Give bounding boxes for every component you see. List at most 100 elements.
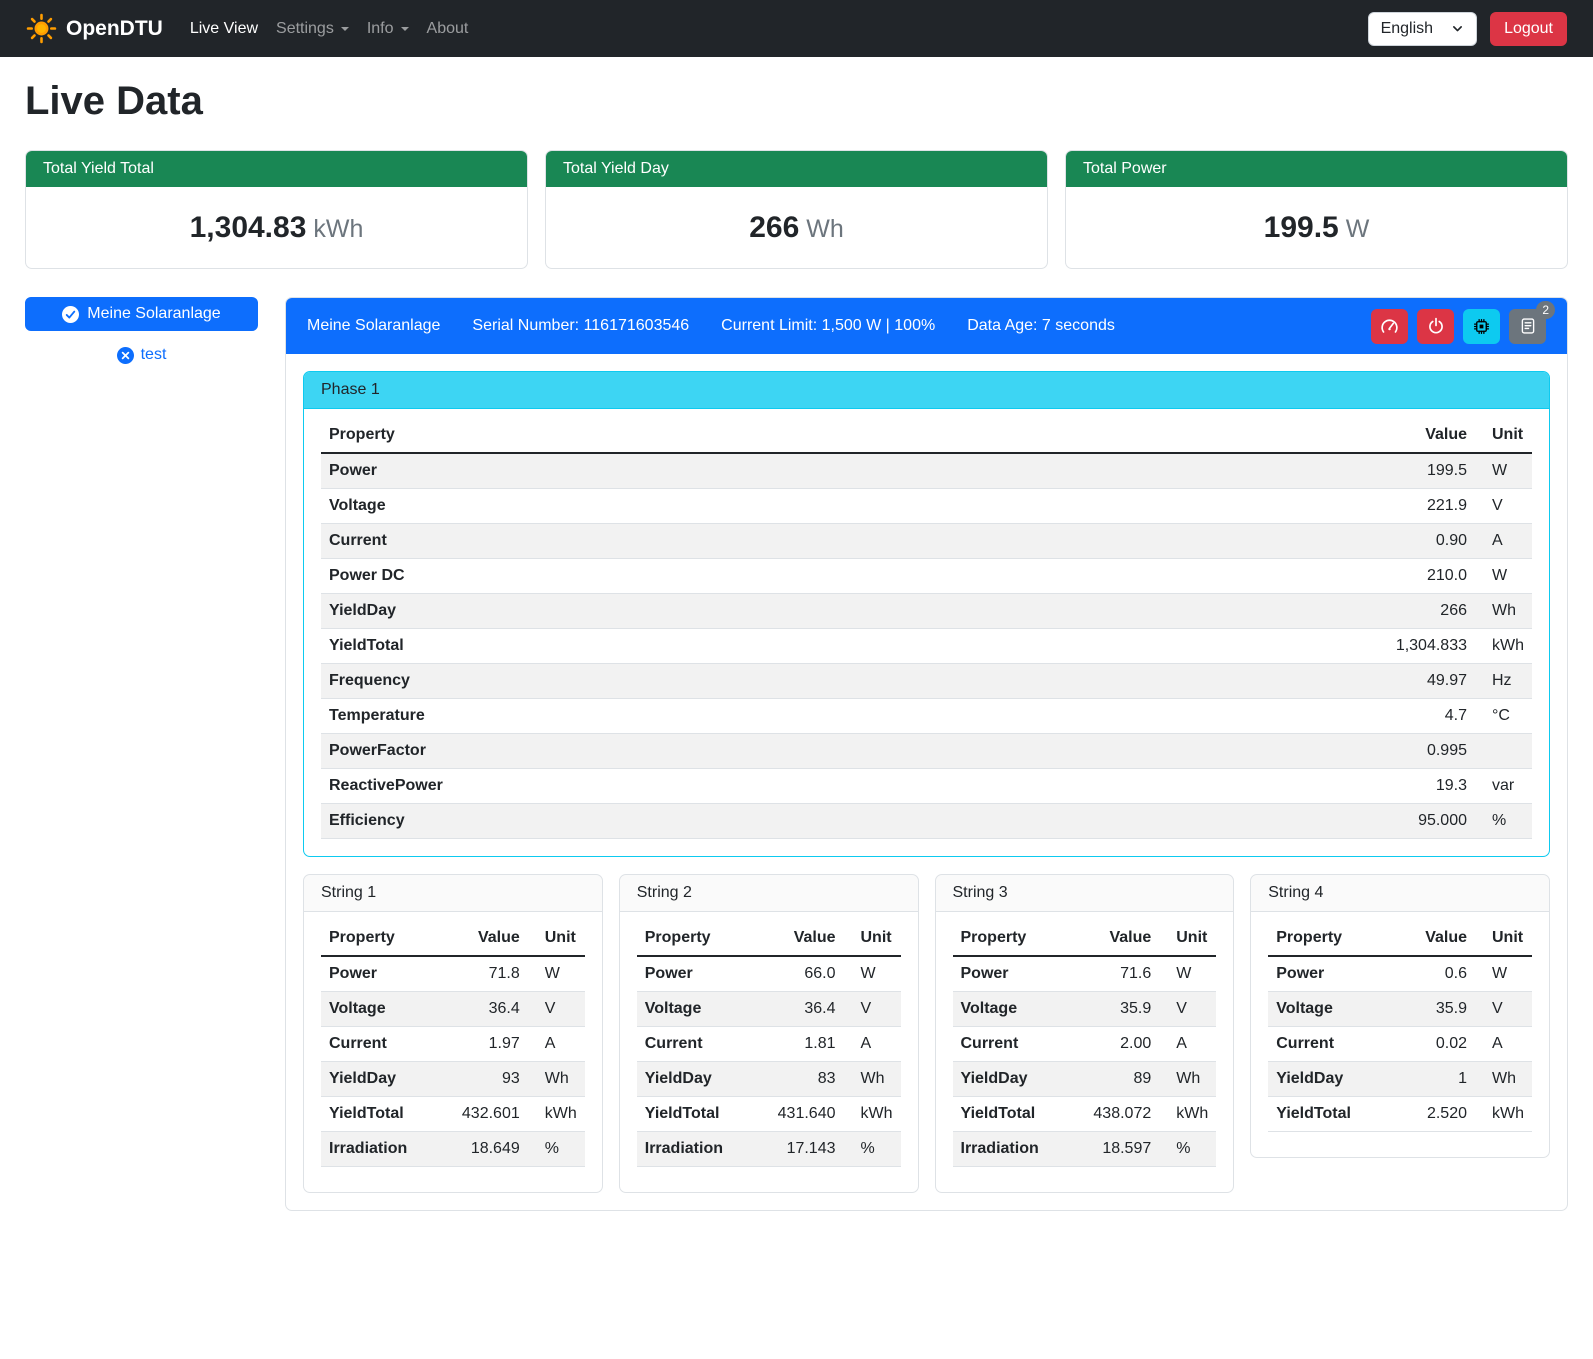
property-cell: Power	[1268, 956, 1417, 992]
unit-cell: A	[528, 1027, 585, 1062]
property-cell: YieldTotal	[1268, 1097, 1417, 1132]
table-row: Irradiation 18.649 %	[321, 1132, 585, 1167]
unit-cell	[1475, 734, 1532, 769]
value-cell: 93	[454, 1062, 528, 1097]
unit-cell: A	[1475, 524, 1532, 559]
table-header-row: Property Value Unit	[953, 921, 1217, 956]
nav-about[interactable]: About	[418, 12, 478, 46]
brand[interactable]: OpenDTU	[26, 13, 163, 44]
table-row: PowerFactor 0.995	[321, 734, 1532, 769]
property-cell: Current	[1268, 1027, 1417, 1062]
table-row: Power 71.6 W	[953, 956, 1217, 992]
value-cell: 210.0	[1388, 559, 1475, 594]
table-row: YieldTotal 431.640 kWh	[637, 1097, 901, 1132]
page-title: Live Data	[25, 79, 1568, 124]
summary-cards: Total Yield Total 1,304.83kWh Total Yiel…	[25, 150, 1568, 269]
column-property: Property	[637, 921, 770, 956]
unit-cell: var	[1475, 769, 1532, 804]
device-info-button[interactable]	[1463, 309, 1500, 344]
value-cell: 19.3	[1388, 769, 1475, 804]
table-row: YieldDay 93 Wh	[321, 1062, 585, 1097]
inverter-select-label: Meine Solaranlage	[87, 305, 220, 323]
events-button[interactable]: 2	[1509, 309, 1546, 344]
property-cell: Current	[321, 1027, 454, 1062]
unit-cell: A	[1475, 1027, 1532, 1062]
property-cell: Voltage	[321, 489, 1388, 524]
table-row: YieldDay 266 Wh	[321, 594, 1532, 629]
unit-cell: kWh	[1475, 1097, 1532, 1132]
summary-card-unit: Wh	[806, 215, 844, 243]
unit-cell: Wh	[844, 1062, 901, 1097]
property-cell: Power	[953, 956, 1086, 992]
column-value: Value	[1085, 921, 1159, 956]
column-property: Property	[1268, 921, 1417, 956]
value-cell: 1	[1417, 1062, 1475, 1097]
property-cell: Frequency	[321, 664, 1388, 699]
column-property: Property	[321, 921, 454, 956]
strings-grid: String 1 Property Value Unit	[303, 874, 1550, 1193]
summary-card-title: Total Yield Total	[26, 151, 527, 187]
summary-card-unit: kWh	[313, 215, 363, 243]
table-row: Power DC 210.0 W	[321, 559, 1532, 594]
table-row: Efficiency 95.000 %	[321, 804, 1532, 839]
value-cell: 36.4	[454, 992, 528, 1027]
property-cell: YieldDay	[637, 1062, 770, 1097]
property-cell: YieldDay	[953, 1062, 1086, 1097]
column-unit: Unit	[1475, 921, 1532, 956]
unit-cell: V	[844, 992, 901, 1027]
table-row: YieldTotal 2.520 kWh	[1268, 1097, 1532, 1132]
summary-card-body: 266Wh	[546, 187, 1047, 268]
phase-title: Phase 1	[304, 372, 1549, 409]
value-cell: 95.000	[1388, 804, 1475, 839]
limit-settings-button[interactable]	[1371, 309, 1408, 344]
nav-info[interactable]: Info	[358, 12, 418, 46]
inverter-data-age: Data Age: 7 seconds	[967, 317, 1115, 335]
table-row: Irradiation 17.143 %	[637, 1132, 901, 1167]
property-cell: Current	[637, 1027, 770, 1062]
property-cell: YieldTotal	[953, 1097, 1086, 1132]
nav-live-view[interactable]: Live View	[181, 12, 267, 46]
value-cell: 221.9	[1388, 489, 1475, 524]
inverter-panel: Meine Solaranlage Serial Number: 1161716…	[285, 297, 1568, 1211]
property-cell: YieldTotal	[321, 629, 1388, 664]
property-cell: YieldDay	[1268, 1062, 1417, 1097]
page-content: Live Data Total Yield Total 1,304.83kWh …	[0, 57, 1593, 1239]
speedometer-icon	[1380, 317, 1399, 336]
inverter-test-link[interactable]: test	[25, 346, 258, 364]
value-cell: 71.8	[454, 956, 528, 992]
language-select[interactable]: English	[1368, 12, 1477, 46]
inverter-limit: Current Limit: 1,500 W | 100%	[721, 317, 935, 335]
unit-cell: Wh	[1475, 1062, 1532, 1097]
property-cell: Temperature	[321, 699, 1388, 734]
table-row: Voltage 221.9 V	[321, 489, 1532, 524]
value-cell: 71.6	[1085, 956, 1159, 992]
table-row: Power 199.5 W	[321, 453, 1532, 489]
unit-cell: kWh	[844, 1097, 901, 1132]
table-row: Temperature 4.7 °C	[321, 699, 1532, 734]
string-card: String 2 Property Value Unit	[619, 874, 919, 1193]
unit-cell: kWh	[1475, 629, 1532, 664]
table-row: Irradiation 18.597 %	[953, 1132, 1217, 1167]
unit-cell: A	[1159, 1027, 1216, 1062]
value-cell: 0.6	[1417, 956, 1475, 992]
column-value: Value	[454, 921, 528, 956]
table-header-row: Property Value Unit	[321, 921, 585, 956]
phase-table: Property Value Unit Power	[321, 418, 1532, 839]
inverter-select-button[interactable]: Meine Solaranlage	[25, 297, 258, 331]
property-cell: Current	[953, 1027, 1086, 1062]
property-cell: Efficiency	[321, 804, 1388, 839]
sun-logo-icon	[26, 13, 57, 44]
unit-cell: %	[1159, 1132, 1216, 1167]
unit-cell: kWh	[1159, 1097, 1216, 1132]
column-property: Property	[953, 921, 1086, 956]
table-row: Power 71.8 W	[321, 956, 585, 992]
nav-settings[interactable]: Settings	[267, 12, 358, 46]
inverter-selector-column: Meine Solaranlage test	[25, 297, 258, 364]
string-title: String 4	[1251, 875, 1549, 912]
summary-card: Total Yield Day 266Wh	[545, 150, 1048, 269]
unit-cell: Wh	[1475, 594, 1532, 629]
summary-card-value: 199.5	[1264, 211, 1339, 244]
logout-button[interactable]: Logout	[1490, 12, 1567, 46]
power-settings-button[interactable]	[1417, 309, 1454, 344]
table-row: YieldDay 83 Wh	[637, 1062, 901, 1097]
